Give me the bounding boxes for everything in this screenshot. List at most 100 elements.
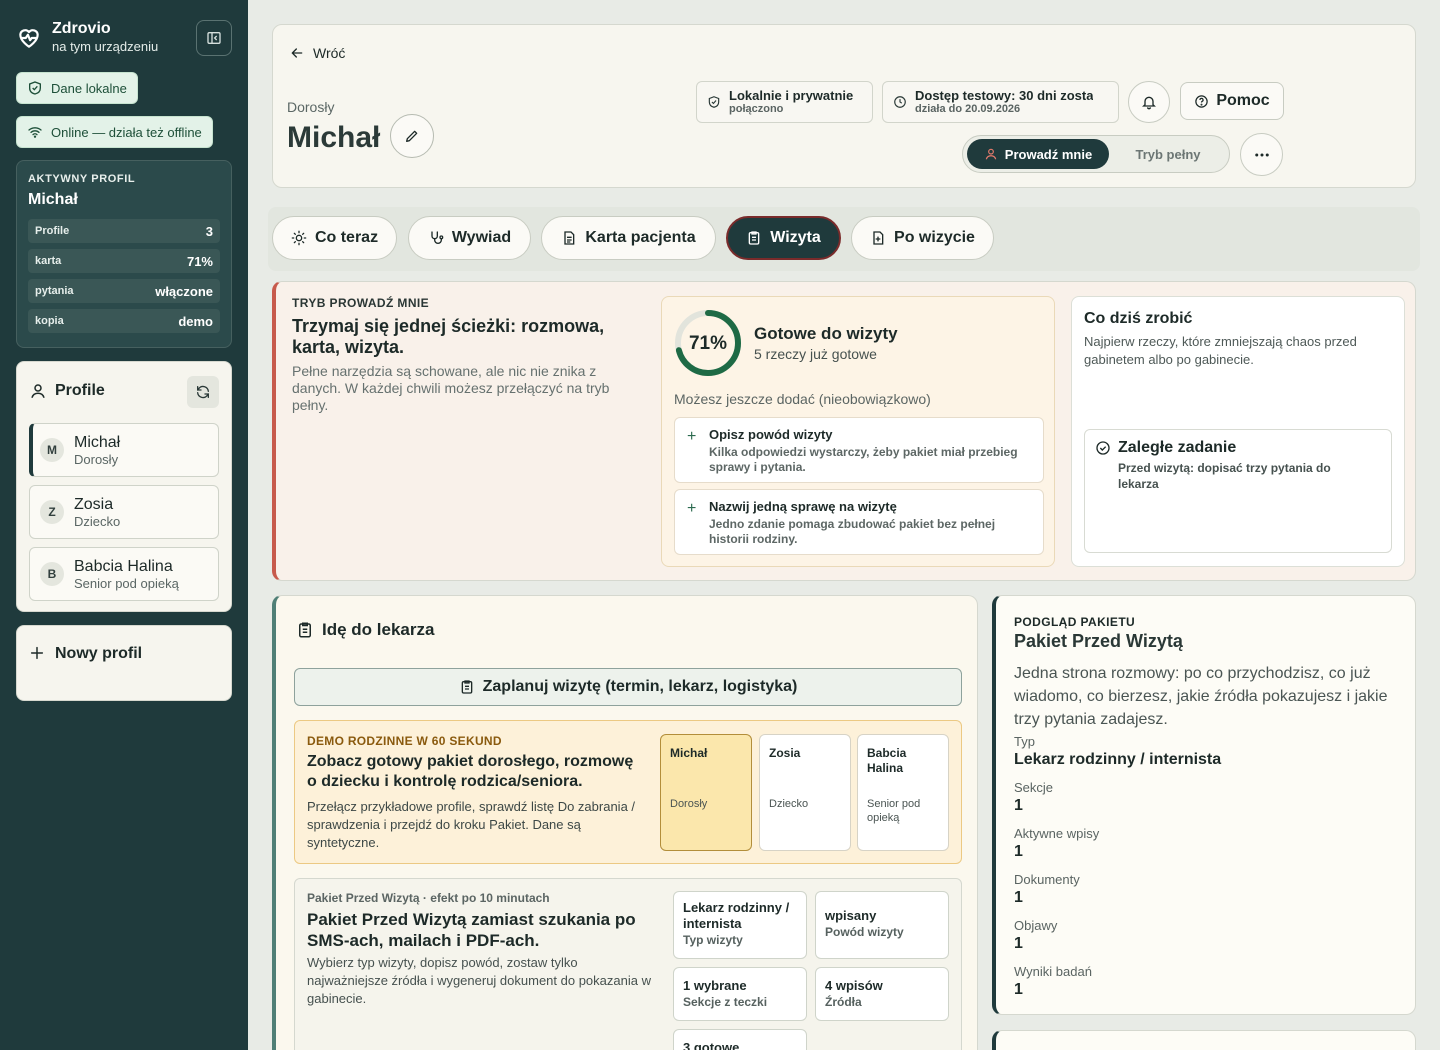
task-title: Nazwij jedną sprawę na wizytę xyxy=(709,499,897,514)
preview-field-label: Typ xyxy=(1014,734,1035,749)
profile-name: Michał xyxy=(74,433,121,451)
profile-role: Dziecko xyxy=(74,513,121,529)
profile-item-michal[interactable]: M Michał Dorosły xyxy=(29,423,219,477)
optional-task-item[interactable]: + Nazwij jedną sprawę na wizytę Jedno zd… xyxy=(674,489,1044,555)
main-content: Wróć Dorosły Michał Lokalnie i prywatnie… xyxy=(248,0,1440,1050)
package-stat[interactable]: Lekarz rodzinny / internista Typ wizyty xyxy=(673,891,807,959)
readiness-title: Gotowe do wizyty xyxy=(754,324,898,343)
patient-header: Wróć Dorosły Michał Lokalnie i prywatnie… xyxy=(272,24,1416,188)
new-profile-button[interactable]: Nowy profil xyxy=(16,625,232,701)
brand-title: Zdrovio xyxy=(52,20,111,37)
help-circle-icon xyxy=(1194,94,1209,109)
refresh-icon xyxy=(195,384,211,400)
tab-co-teraz[interactable]: Co teraz xyxy=(272,216,397,260)
edit-name-button[interactable] xyxy=(390,114,434,158)
doctor-visit-panel: Idę do lekarza Zaplanuj wizytę (termin, … xyxy=(272,595,978,1050)
user-icon xyxy=(29,382,47,400)
preview-field-label: Wyniki badań xyxy=(1014,964,1092,979)
file-plus-icon xyxy=(870,230,886,246)
demo-profile-name: Babcia Halina xyxy=(867,746,907,775)
profile-role: Dorosły xyxy=(74,451,119,467)
tab-wizyta[interactable]: Wizyta xyxy=(726,216,841,260)
back-label: Wróć xyxy=(313,45,346,61)
demo-profile-card[interactable]: Zosia Dziecko xyxy=(759,734,851,851)
demo-profile-name: Zosia xyxy=(769,746,801,760)
stat-value: włączone xyxy=(155,283,213,299)
plan-visit-button[interactable]: Zaplanuj wizytę (termin, lekarz, logisty… xyxy=(294,668,962,706)
check-circle-icon xyxy=(1095,440,1111,456)
profile-item-babcia-halina[interactable]: B Babcia Halina Senior pod opieką xyxy=(29,547,219,601)
clipboard-icon xyxy=(459,679,475,695)
task-description: Jedno zdanie pomaga zbudować pakiet bez … xyxy=(709,517,996,546)
demo-profile-card[interactable]: Michał Dorosły xyxy=(660,734,752,851)
active-stat-row: Profile 3 xyxy=(28,219,220,243)
profile-role: Senior pod opieką xyxy=(74,575,179,591)
stat-key: Profile xyxy=(35,225,70,237)
package-preview-panel: PODGLĄD PAKIETU Pakiet Przed Wizytą Jedn… xyxy=(992,595,1416,1015)
preview-field-value: 1 xyxy=(1014,981,1023,998)
clock-icon xyxy=(893,95,907,109)
package-stat[interactable]: wpisany Powód wizyty xyxy=(815,891,949,959)
stat-key: kopia xyxy=(35,315,64,327)
online-status-pill[interactable]: Online — działa też offline xyxy=(16,116,213,148)
sidebar: Zdrovio na tym urządzeniu Dane lokalne O… xyxy=(0,0,248,1050)
readiness-percent: 71% xyxy=(688,333,728,354)
stat-value: 71% xyxy=(186,253,213,269)
doctor-visit-title: Idę do lekarza xyxy=(322,620,435,639)
collapse-sidebar-button[interactable] xyxy=(196,20,232,56)
today-card: Co dziś zrobić Najpierw rzeczy, które zm… xyxy=(1071,296,1405,567)
guided-mode-label: Prowadź mnie xyxy=(1004,146,1093,162)
full-mode-option[interactable]: Tryb pełny xyxy=(1118,139,1218,169)
stat-value: wpisany xyxy=(825,908,877,923)
preview-field-value: 1 xyxy=(1014,935,1023,952)
refresh-profiles-button[interactable] xyxy=(187,376,219,408)
stat-value: 3 gotowe xyxy=(683,1040,740,1050)
guided-mode-panel: TRYB PROWADŹ MNIE Trzymaj się jednej ści… xyxy=(272,281,1416,581)
guided-mode-option[interactable]: Prowadź mnie xyxy=(967,139,1109,169)
demo-profile-role: Senior pod opieką xyxy=(867,798,921,824)
profile-kind: Dorosły xyxy=(287,99,335,115)
tab-wywiad[interactable]: Wywiad xyxy=(408,216,531,260)
tab-label: Co teraz xyxy=(314,229,379,246)
package-stat[interactable]: 3 gotowe xyxy=(673,1029,807,1050)
active-stat-row: kopia demo xyxy=(28,309,220,333)
tab-label: Po wizycie xyxy=(894,229,975,246)
mode-toggle: Prowadź mnie Tryb pełny xyxy=(962,135,1230,173)
task-description: Kilka odpowiedzi wystarczy, żeby pakiet … xyxy=(709,445,1018,474)
tab-karta-pacjenta[interactable]: Karta pacjenta xyxy=(541,216,716,260)
preview-title: Pakiet Przed Wizytą xyxy=(1014,631,1183,651)
package-stat[interactable]: 4 wpisów Źródła xyxy=(815,967,949,1021)
pre-visit-package-box: Pakiet Przed Wizytą · efekt po 10 minuta… xyxy=(294,878,962,1050)
bell-icon xyxy=(1141,94,1157,110)
demo-profile-card[interactable]: Babcia Halina Senior pod opieką xyxy=(857,734,949,851)
demo-title: Zobacz gotowy pakiet dorosłego, rozmowę … xyxy=(307,753,634,790)
optional-task-item[interactable]: + Opisz powód wizyty Kilka odpowiedzi wy… xyxy=(674,417,1044,483)
tab-po-wizycie[interactable]: Po wizycie xyxy=(851,216,994,260)
avatar: Z xyxy=(40,500,64,524)
profiles-title: Profile xyxy=(55,382,105,399)
profile-item-zosia[interactable]: Z Zosia Dziecko xyxy=(29,485,219,539)
profile-name: Zosia xyxy=(74,495,114,513)
optional-heading: Możesz jeszcze dodać (nieobowiązkowo) xyxy=(674,391,931,407)
shield-check-icon xyxy=(27,80,43,96)
overdue-task[interactable]: Zaległe zadanie Przed wizytą: dopisać tr… xyxy=(1084,429,1392,553)
plus-icon: + xyxy=(687,500,697,517)
stat-value: 3 xyxy=(205,223,213,239)
stat-label: Powód wizyty xyxy=(825,925,904,939)
guided-mode-title: Trzymaj się jednej ścieżki: rozmowa, kar… xyxy=(292,316,605,357)
preview-field-value: Lekarz rodzinny / internista xyxy=(1014,751,1222,768)
help-button[interactable]: Pomoc xyxy=(1180,82,1284,120)
sidebar-collapse-icon xyxy=(206,30,222,46)
plan-visit-label: Zaplanuj wizytę (termin, lekarz, logisty… xyxy=(482,678,798,695)
stethoscope-icon xyxy=(428,230,444,246)
stat-label: Typ wizyty xyxy=(683,933,743,947)
trial-access-chip: Dostęp testowy: 30 dni zosta działa do 20… xyxy=(882,81,1119,123)
notifications-button[interactable] xyxy=(1128,81,1170,123)
back-link[interactable]: Wróć xyxy=(289,45,345,61)
plus-icon xyxy=(29,645,45,661)
local-data-pill[interactable]: Dane lokalne xyxy=(16,72,138,104)
package-stat[interactable]: 1 wybrane Sekcje z teczki xyxy=(673,967,807,1021)
task-title: Opisz powód wizyty xyxy=(709,427,833,442)
more-options-button[interactable] xyxy=(1240,133,1283,176)
chip-title: Lokalnie i prywatnie xyxy=(729,88,854,103)
